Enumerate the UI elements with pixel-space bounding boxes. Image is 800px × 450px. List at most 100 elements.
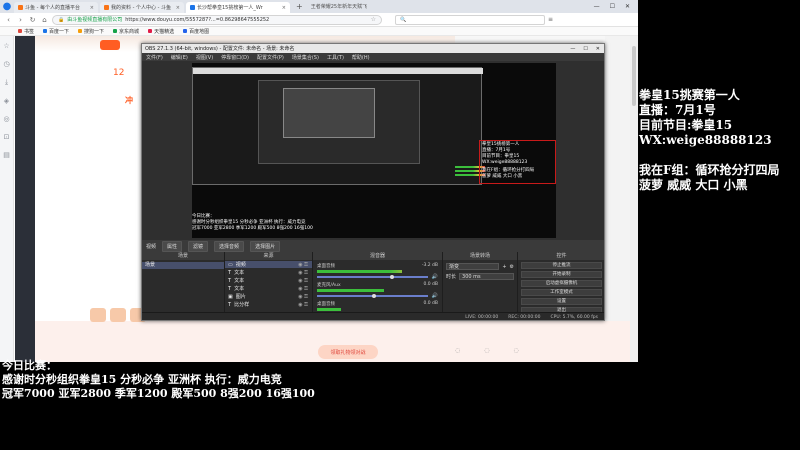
tab-close-icon[interactable]: × [176, 5, 180, 11]
source-item[interactable]: T 文本 ◉ ⚿ [225, 285, 312, 293]
minimize-icon[interactable]: — [590, 3, 604, 10]
close-icon[interactable]: ✕ [621, 3, 634, 10]
channel-name: 麦克风/Aux [317, 283, 341, 288]
forward-icon[interactable]: › [16, 16, 25, 24]
slider-knob[interactable] [389, 275, 394, 279]
visibility-icon[interactable]: ◉ ⚿ [298, 286, 312, 292]
preview-bottom-text: 今日比赛： 感谢时分秒组织拳皇15 分秒必争 亚洲杯 执行：威力电竞 冠军700… [192, 214, 442, 232]
bookmark-item[interactable]: 书签 [18, 28, 34, 35]
volume-slider[interactable]: 🔊 [317, 293, 438, 299]
obs-title: OBS 27.1.3 (64-bit, windows) - 配置文件: 未命名… [145, 46, 295, 52]
maximize-icon[interactable]: ☐ [579, 46, 591, 52]
menu-help[interactable]: 帮助(H) [352, 54, 370, 61]
report-icon[interactable]: ◌ [484, 347, 489, 354]
tab-close-icon[interactable]: × [90, 5, 94, 11]
chat-icon[interactable]: ◎ [3, 115, 9, 123]
source-item[interactable]: T 文本 ◉ ⚿ [225, 269, 312, 277]
back-icon[interactable]: ‹ [4, 16, 13, 24]
overlay-line: 今日比赛： [2, 359, 57, 372]
speaker-icon[interactable]: 🔊 [432, 274, 438, 280]
filters-button[interactable]: 滤镜 [188, 240, 209, 252]
site-logo[interactable] [100, 40, 120, 50]
note-icon[interactable]: ▤ [3, 151, 10, 159]
transition-select[interactable]: 渐变 [446, 263, 500, 270]
share-icon[interactable]: ◌ [455, 347, 460, 354]
browser-tab[interactable]: 斗鱼 - 每个人的直播平台 × [14, 2, 98, 13]
minimize-icon[interactable]: — [566, 46, 579, 52]
gift-cta-button[interactable]: 领取礼物领对战 [318, 345, 378, 359]
more-icon[interactable]: ◌ [514, 347, 519, 354]
menu-view[interactable]: 视图(V) [196, 54, 213, 61]
window-controls: — ☐ ✕ [590, 0, 638, 13]
close-icon[interactable]: ✕ [592, 46, 604, 52]
visibility-icon[interactable]: ◉ ⚿ [298, 294, 312, 300]
source-item[interactable]: T 比分样 ◉ ⚿ [225, 301, 312, 309]
channel-db: -3.2 dB [421, 263, 438, 268]
bookmark-item[interactable]: 京东商城 [113, 28, 139, 35]
add-icon[interactable]: + [502, 264, 506, 270]
home-icon[interactable]: ⌂ [40, 16, 49, 24]
start-recording-button[interactable]: 开始录制 [521, 271, 602, 278]
bookmark-item[interactable]: 搜狗一下 [78, 28, 104, 35]
menu-file[interactable]: 文件(F) [146, 54, 163, 61]
browser-tab-active[interactable]: 长沙帮拳皇15挑榜第一人_Wr × [186, 2, 290, 13]
bookmark-item[interactable]: 百度一下 [43, 28, 69, 35]
source-item[interactable]: T 文本 ◉ ⚿ [225, 277, 312, 285]
cart-icon[interactable]: ⊡ [4, 133, 10, 141]
speaker-icon[interactable]: 🔊 [432, 293, 438, 299]
transitions-dock: 场景转场 渐变 + ⚙ 时长 300 ms [443, 252, 518, 320]
menu-docks[interactable]: 停靠窗口(D) [221, 54, 249, 61]
game-icon[interactable]: ◈ [4, 97, 9, 105]
scene-item[interactable]: 场景 [142, 262, 224, 269]
live-time: LIVE: 00:00:00 [465, 315, 499, 320]
address-bar[interactable]: 🔒 由斗鱼视频直播有限公司 https://www.douyu.com/5557… [52, 14, 382, 25]
visibility-icon[interactable]: ◉ ⚿ [298, 270, 312, 276]
select-audio-button[interactable]: 选择音频 [214, 240, 245, 252]
tab-title: 斗鱼 - 每个人的直播平台 [25, 5, 80, 11]
reload-icon[interactable]: ↻ [28, 16, 37, 24]
current-source-label: 视频 [146, 243, 157, 250]
slider-knob[interactable] [371, 294, 376, 298]
download-icon[interactable]: ⤓ [5, 78, 8, 87]
visibility-icon[interactable]: ◉ ⚿ [298, 302, 312, 308]
properties-button[interactable]: 属性 [162, 240, 183, 252]
browser-logo-icon[interactable]: ● [0, 0, 14, 13]
new-tab-button[interactable]: + [292, 2, 307, 11]
transition-selector: 渐变 + ⚙ [446, 263, 514, 270]
tab-close-icon[interactable]: × [282, 5, 286, 11]
source-item[interactable]: ▭ 视频 ◉ ⚿ [225, 261, 312, 268]
tab-title: 长沙帮拳皇15挑榜第一人_Wr [197, 5, 263, 11]
bookmark-item[interactable]: 天猫精选 [148, 28, 174, 35]
gear-icon[interactable]: ⚙ [510, 264, 514, 270]
menu-edit[interactable]: 编辑(E) [171, 54, 188, 61]
browser-search-input[interactable]: 🔍 [395, 14, 545, 25]
studio-mode-button[interactable]: 工作室模式 [521, 289, 602, 296]
bookmark-item[interactable]: 百度地图 [183, 28, 209, 35]
text-source-icon: T [228, 277, 232, 284]
menu-icon[interactable]: ≡ [548, 16, 553, 23]
image-source-icon: ▣ [228, 293, 233, 300]
virtual-camera-button[interactable]: 启动虚拟摄像机 [521, 280, 602, 287]
source-item[interactable]: ▣ 图片 ◉ ⚿ [225, 293, 312, 301]
menu-tools[interactable]: 工具(T) [327, 54, 344, 61]
star-icon[interactable]: ☆ [371, 16, 376, 23]
browser-scrollbar[interactable] [630, 36, 638, 362]
stop-streaming-button[interactable]: 停止推流 [521, 262, 602, 269]
menu-profile[interactable]: 配置文件(P) [257, 54, 284, 61]
volume-slider[interactable]: 🔊 [317, 274, 438, 280]
dock-title: 来源 [225, 252, 312, 260]
maximize-icon[interactable]: ☐ [606, 3, 619, 10]
duration-input[interactable]: 300 ms [459, 273, 514, 280]
star-icon[interactable]: ☆ [3, 42, 9, 50]
settings-button[interactable]: 设置 [521, 298, 602, 305]
visibility-icon[interactable]: ◉ ⚿ [298, 262, 312, 268]
visibility-icon[interactable]: ◉ ⚿ [298, 278, 312, 284]
history-icon[interactable]: ◷ [3, 60, 9, 68]
select-image-button[interactable]: 选择图片 [250, 240, 281, 252]
browser-tab[interactable]: 我的资料 - 个人中心 - 斗鱼 × [100, 2, 184, 13]
gift-thumb[interactable] [110, 308, 126, 322]
gift-thumb[interactable] [90, 308, 106, 322]
mixer-channel: 桌面音频 0.0 dB [317, 301, 438, 311]
tab-search-text[interactable]: 王者荣耀25年新年天赋飞 [307, 3, 371, 10]
menu-scene-collection[interactable]: 场景集合(S) [292, 54, 319, 61]
